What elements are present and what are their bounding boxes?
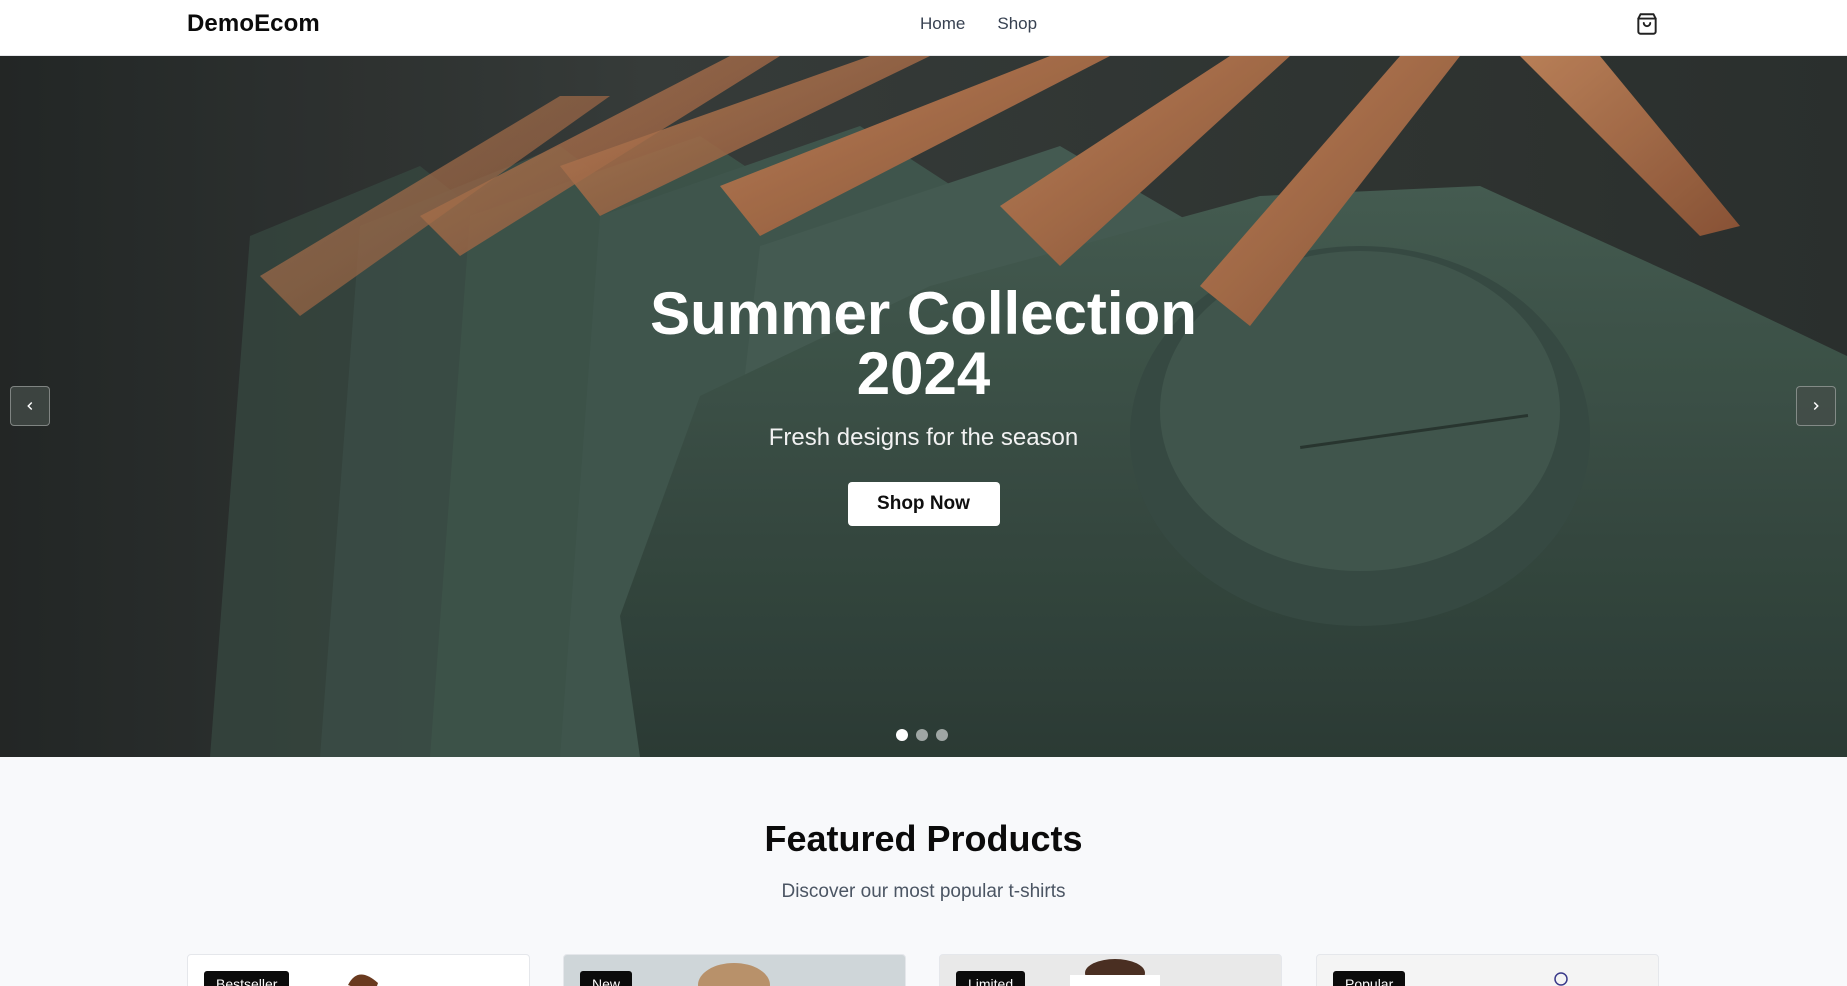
- shop-now-button[interactable]: Shop Now: [847, 482, 1000, 526]
- carousel-dot-1[interactable]: [896, 729, 908, 741]
- hero-title: Summer Collection 2024: [650, 280, 1197, 407]
- featured-title: Featured Products: [764, 818, 1083, 859]
- chevron-right-icon: [1813, 401, 1819, 411]
- product-card[interactable]: Limited: [939, 954, 1282, 986]
- product-badge: Limited: [956, 971, 1026, 986]
- product-card[interactable]: Bestseller: [187, 954, 530, 986]
- carousel-dots: [896, 729, 948, 741]
- main-nav: Home Shop: [920, 14, 1037, 34]
- carousel-prev-button[interactable]: [10, 386, 50, 426]
- product-image: [348, 974, 378, 986]
- product-grid: Bestseller New Limited Popular: [187, 954, 1660, 986]
- hero-subtitle: Fresh designs for the season: [768, 424, 1079, 451]
- carousel-dot-3[interactable]: [936, 729, 948, 741]
- brand-logo[interactable]: DemoEcom: [187, 10, 320, 38]
- carousel-next-button[interactable]: [1796, 386, 1836, 426]
- featured-subtitle: Discover our most popular t-shirts: [781, 881, 1066, 902]
- product-card[interactable]: Popular: [1316, 954, 1659, 986]
- nav-shop-link[interactable]: Shop: [997, 14, 1037, 34]
- site-header: DemoEcom Home Shop: [0, 0, 1847, 56]
- product-badge: Popular: [1333, 971, 1406, 986]
- chevron-left-icon: [27, 401, 33, 411]
- nav-home-link[interactable]: Home: [920, 14, 965, 34]
- product-card[interactable]: New: [563, 954, 906, 986]
- carousel-dot-2[interactable]: [916, 729, 928, 741]
- shopping-bag-icon[interactable]: [1634, 11, 1660, 37]
- hero-carousel: Summer Collection 2024 Fresh designs for…: [0, 56, 1847, 757]
- product-badge: New: [580, 971, 633, 986]
- hero-content: Summer Collection 2024 Fresh designs for…: [0, 284, 1847, 526]
